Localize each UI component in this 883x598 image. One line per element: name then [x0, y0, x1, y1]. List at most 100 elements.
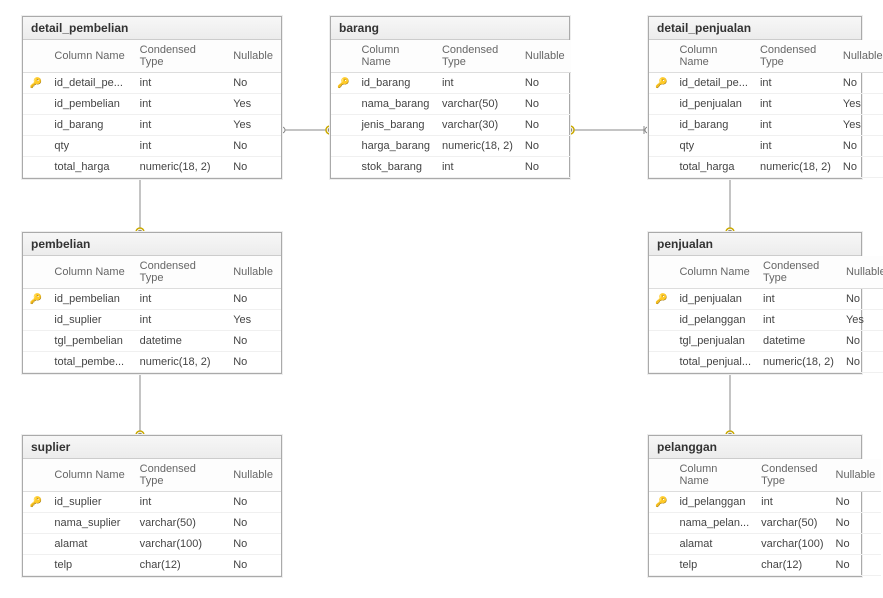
column-name: tgl_penjualan: [673, 331, 757, 352]
column-row: nama_supliervarchar(50)No: [23, 513, 281, 534]
column-nullable: No: [840, 331, 883, 352]
column-row: id_barangintYes: [23, 115, 281, 136]
column-row: 🔑id_pembelianintNo: [23, 289, 281, 310]
column-row: 🔑id_detail_pe...intNo: [649, 73, 883, 94]
column-name: alamat: [673, 534, 755, 555]
column-row: alamatvarchar(100)No: [649, 534, 881, 555]
column-nullable: No: [519, 94, 571, 115]
entity-title: barang: [331, 17, 569, 40]
primary-key-icon: 🔑: [29, 78, 41, 89]
entity-columns: Column Name Condensed Type Nullable 🔑id_…: [23, 256, 281, 373]
column-type: int: [754, 136, 837, 157]
primary-key-icon: 🔑: [29, 294, 41, 305]
column-row: telpchar(12)No: [649, 555, 881, 576]
column-type: int: [134, 492, 228, 513]
column-nullable: No: [837, 157, 883, 178]
entity-title: penjualan: [649, 233, 861, 256]
column-nullable: No: [837, 73, 883, 94]
entity-title: detail_pembelian: [23, 17, 281, 40]
column-type: int: [757, 310, 840, 331]
column-row: id_suplierintYes: [23, 310, 281, 331]
primary-key-icon: 🔑: [337, 78, 349, 89]
column-type: int: [754, 73, 837, 94]
column-name: nama_suplier: [48, 513, 133, 534]
column-type: numeric(18, 2): [134, 352, 228, 373]
entity-suplier[interactable]: suplier Column Name Condensed Type Nulla…: [22, 435, 282, 577]
entity-title: detail_penjualan: [649, 17, 861, 40]
column-name: stok_barang: [355, 157, 436, 178]
entity-columns: Column Name Condensed Type Nullable 🔑id_…: [23, 459, 281, 576]
column-name: harga_barang: [355, 136, 436, 157]
column-type: int: [134, 73, 228, 94]
column-nullable: No: [519, 115, 571, 136]
column-nullable: No: [840, 289, 883, 310]
column-name: total_pembe...: [48, 352, 133, 373]
column-row: total_penjual...numeric(18, 2)No: [649, 352, 883, 373]
column-name: id_pembelian: [48, 289, 133, 310]
column-nullable: No: [830, 534, 882, 555]
column-type: int: [134, 310, 228, 331]
column-row: total_harganumeric(18, 2)No: [23, 157, 281, 178]
column-name: total_harga: [673, 157, 754, 178]
entity-penjualan[interactable]: penjualan Column Name Condensed Type Nul…: [648, 232, 862, 374]
entity-pelanggan[interactable]: pelanggan Column Name Condensed Type Nul…: [648, 435, 862, 577]
column-type: varchar(100): [755, 534, 829, 555]
column-type: char(12): [755, 555, 829, 576]
column-type: numeric(18, 2): [754, 157, 837, 178]
column-type: int: [436, 157, 519, 178]
column-nullable: No: [227, 492, 281, 513]
column-name: id_pelanggan: [673, 310, 757, 331]
column-name: id_penjualan: [673, 289, 757, 310]
column-name: qty: [48, 136, 133, 157]
entity-columns: Column Name Condensed Type Nullable 🔑id_…: [649, 40, 883, 178]
entity-columns: Column Name Condensed Type Nullable 🔑id_…: [331, 40, 571, 178]
column-row: telpchar(12)No: [23, 555, 281, 576]
column-name: telp: [48, 555, 133, 576]
column-row: 🔑 id_penjualanintNo: [649, 289, 883, 310]
column-nullable: Yes: [227, 310, 281, 331]
column-name: nama_barang: [355, 94, 436, 115]
column-type: int: [754, 94, 837, 115]
column-name: alamat: [48, 534, 133, 555]
column-nullable: No: [227, 534, 281, 555]
column-name: total_penjual...: [673, 352, 757, 373]
column-nullable: No: [519, 157, 571, 178]
column-type: varchar(50): [755, 513, 829, 534]
column-row: nama_barangvarchar(50)No: [331, 94, 571, 115]
column-name: id_suplier: [48, 310, 133, 331]
entity-columns: Column Name Condensed Type Nullable 🔑id_…: [649, 459, 881, 576]
column-nullable: No: [830, 492, 882, 513]
column-type: varchar(50): [436, 94, 519, 115]
primary-key-icon: 🔑: [655, 294, 667, 305]
column-name: id_detail_pe...: [673, 73, 754, 94]
column-row: stok_barangintNo: [331, 157, 571, 178]
column-type: varchar(30): [436, 115, 519, 136]
column-nullable: No: [830, 555, 882, 576]
column-name: tgl_pembelian: [48, 331, 133, 352]
column-type: int: [134, 115, 228, 136]
column-row: jenis_barangvarchar(30)No: [331, 115, 571, 136]
column-row: total_harganumeric(18, 2)No: [649, 157, 883, 178]
column-nullable: No: [227, 352, 281, 373]
column-nullable: Yes: [837, 94, 883, 115]
column-name: id_penjualan: [673, 94, 754, 115]
column-nullable: No: [519, 73, 571, 94]
entity-pembelian[interactable]: pembelian Column Name Condensed Type Nul…: [22, 232, 282, 374]
column-name: id_barang: [355, 73, 436, 94]
column-name: jenis_barang: [355, 115, 436, 136]
column-row: 🔑id_suplierintNo: [23, 492, 281, 513]
column-type: char(12): [134, 555, 228, 576]
column-type: varchar(100): [134, 534, 228, 555]
column-row: id_pelangganintYes: [649, 310, 883, 331]
column-name: id_barang: [48, 115, 133, 136]
column-row: 🔑id_barangintNo: [331, 73, 571, 94]
column-type: int: [757, 289, 840, 310]
entity-barang[interactable]: barang Column Name Condensed Type Nullab…: [330, 16, 570, 179]
column-name: id_suplier: [48, 492, 133, 513]
column-type: numeric(18, 2): [757, 352, 840, 373]
column-type: numeric(18, 2): [134, 157, 228, 178]
entity-detail-penjualan[interactable]: detail_penjualan Column Name Condensed T…: [648, 16, 862, 179]
column-name: id_pelanggan: [673, 492, 755, 513]
entity-detail-pembelian[interactable]: detail_pembelian Column Name Condensed T…: [22, 16, 282, 179]
column-row: nama_pelan...varchar(50)No: [649, 513, 881, 534]
